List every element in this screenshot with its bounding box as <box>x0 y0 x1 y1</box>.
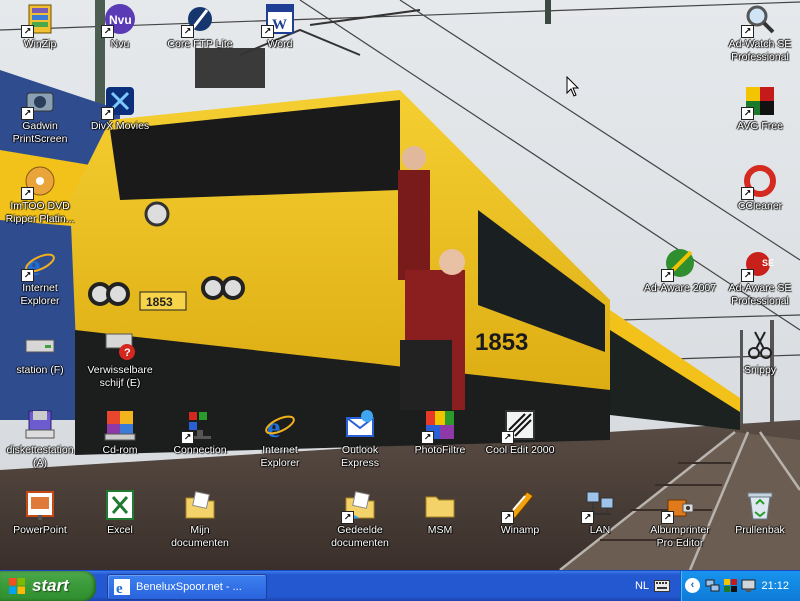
desktop-icon-imtoo[interactable]: ↗ ImTOO DVD Ripper Platin... <box>0 164 80 226</box>
tray-expand-icon[interactable]: ‹ <box>685 578 700 593</box>
magnifier-icon: ↗ <box>741 2 777 38</box>
svg-text:e: e <box>116 581 123 595</box>
dvd-icon: ↗ <box>21 164 57 200</box>
desktop-icon-cooledit[interactable]: ↗ Cool Edit 2000 <box>480 408 560 457</box>
divx-icon: ↗ <box>101 84 137 120</box>
system-tray: ‹ 21:12 <box>680 571 800 601</box>
start-label: start <box>32 576 69 595</box>
removable-drive-icon: ? <box>103 328 137 362</box>
desktop-icon-adwatch[interactable]: ↗ Ad-Watch SE Professional <box>720 2 800 64</box>
desktop-icon-snippy[interactable]: Snippy <box>720 328 800 377</box>
my-documents-icon <box>183 488 217 522</box>
connection-icon: ↗ <box>181 408 217 444</box>
desktop-icon-powerpoint[interactable]: PowerPoint <box>0 488 80 537</box>
desktop-icon-gadwin[interactable]: ↗ Gadwin PrintScreen <box>0 84 80 146</box>
albumprinter-icon: ↗ <box>661 488 697 524</box>
monitor-tray-icon[interactable] <box>741 578 756 593</box>
desktop-icon-avg[interactable]: ↗ AVG Free <box>720 84 800 133</box>
desktop-icon-coreftp[interactable]: ↗ Core FTP Lite <box>160 2 240 51</box>
svg-text:SE: SE <box>762 258 774 268</box>
start-button[interactable]: start <box>0 571 96 601</box>
desktop-icon-cdrom[interactable]: Cd-rom <box>80 408 160 457</box>
nvu-icon: Nvu ↗ <box>101 2 137 38</box>
powerpoint-icon <box>23 488 57 522</box>
desktop-icon-connection[interactable]: ↗ Connection <box>160 408 240 457</box>
desktop-icon-adaware-se[interactable]: SE ↗ Ad-Aware SE Professional <box>720 246 800 308</box>
desktop-icon-ccleaner[interactable]: ↗ CCleaner <box>720 164 800 213</box>
ccleaner-icon: ↗ <box>741 164 777 200</box>
folder-icon <box>423 488 457 522</box>
desktop-icon-photofiltre[interactable]: ↗ PhotoFiltre <box>400 408 480 457</box>
desktop-icon-msm[interactable]: MSM <box>400 488 480 537</box>
scissors-icon <box>743 328 777 362</box>
keyboard-icon[interactable] <box>654 580 670 592</box>
excel-icon <box>103 488 137 522</box>
winamp-icon: ↗ <box>501 488 537 524</box>
avg-icon: ↗ <box>741 84 777 120</box>
desktop-icon-outlook-express[interactable]: Outlook Express <box>320 408 400 470</box>
cooledit-icon: ↗ <box>501 408 537 444</box>
desktop-icon-removable-e[interactable]: ? Verwisselbare schijf (E) <box>80 328 160 390</box>
taskbar: start e BeneluxSpoor.net - ... NL ‹ 21:1… <box>0 570 800 601</box>
desktop-icon-excel[interactable]: Excel <box>80 488 160 537</box>
word-icon: W ↗ <box>261 2 297 38</box>
adaware-se-icon: SE ↗ <box>741 246 777 282</box>
desktop-icon-floppy[interactable]: diskettestation (A) <box>0 408 80 470</box>
adaware-icon: ↗ <box>661 246 697 282</box>
desktop-icon-albumprinter[interactable]: ↗ Albumprinter Pro Editor <box>640 488 720 550</box>
camera-icon: ↗ <box>21 84 57 120</box>
ftp-icon: ↗ <box>181 2 217 38</box>
svg-text:?: ? <box>124 347 131 359</box>
mouse-cursor-icon <box>566 76 580 97</box>
language-indicator[interactable]: NL <box>630 571 654 601</box>
desktop-icon-adaware-2007[interactable]: ↗ Ad-Aware 2007 <box>640 246 720 295</box>
desktop-icon-winamp[interactable]: ↗ Winamp <box>480 488 560 537</box>
desktop-icon-shared-documents[interactable]: ↗ Gedeelde documenten <box>320 488 400 550</box>
drive-icon <box>23 328 57 362</box>
floppy-icon <box>23 408 57 442</box>
taskbar-window-beneluxspoor[interactable]: e BeneluxSpoor.net - ... <box>107 574 267 600</box>
ie-icon: e ↗ <box>21 246 57 282</box>
desktop-icon-internet-explorer-2[interactable]: e Internet Explorer <box>240 408 320 470</box>
desktop-icon-lan[interactable]: ↗ LAN <box>560 488 640 537</box>
desktop-icon-winzip[interactable]: ↗ WinZip <box>0 2 80 51</box>
desktop-icon-recycle-bin[interactable]: Prullenbak <box>720 488 800 537</box>
ie-icon: e <box>114 579 130 595</box>
clock[interactable]: 21:12 <box>761 571 789 601</box>
taskbar-window-title: BeneluxSpoor.net - ... <box>136 581 242 593</box>
shared-documents-icon: ↗ <box>341 488 377 524</box>
svg-text:1853: 1853 <box>475 329 528 356</box>
svg-text:1853: 1853 <box>146 295 173 309</box>
avg-tray-icon[interactable] <box>723 578 738 593</box>
cdrom-icon <box>103 408 137 442</box>
desktop-icon-my-documents[interactable]: Mijn documenten <box>160 488 240 550</box>
winzip-icon: ↗ <box>21 2 57 38</box>
ie-icon: e <box>263 408 297 442</box>
outlook-icon <box>343 408 377 442</box>
desktop-icon-internet-explorer[interactable]: e ↗ Internet Explorer <box>0 246 80 308</box>
svg-text:W: W <box>272 17 287 33</box>
desktop-icon-station-f[interactable]: station (F) <box>0 328 80 377</box>
network-tray-icon[interactable] <box>705 578 720 593</box>
recycle-bin-icon <box>743 488 777 522</box>
desktop-icon-word[interactable]: W ↗ Word <box>240 2 320 51</box>
desktop-icon-divx[interactable]: ↗ DivX Movies <box>80 84 160 133</box>
network-icon: ↗ <box>581 488 617 524</box>
photofiltre-icon: ↗ <box>421 408 457 444</box>
desktop-icon-nvu[interactable]: Nvu ↗ Nvu <box>80 2 160 51</box>
windows-logo-icon <box>9 578 25 594</box>
